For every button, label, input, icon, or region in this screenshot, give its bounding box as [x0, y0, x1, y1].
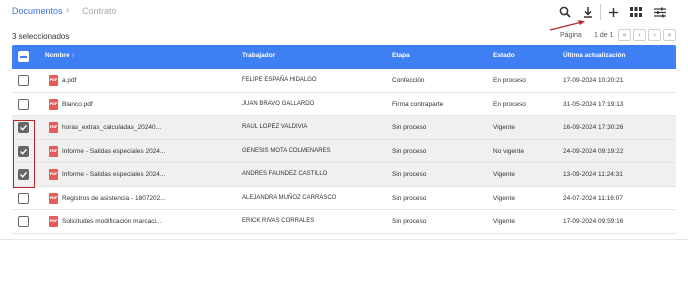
breadcrumb-current: Contrato [82, 6, 117, 16]
grid-view-button[interactable] [627, 3, 645, 21]
table-body: PDF a.pdf FELIPE ESPAÑA HIDALGO Confección E… [12, 69, 676, 234]
state: En proceso [493, 77, 526, 84]
state: En proceso [493, 100, 526, 108]
select-all-checkbox[interactable] [18, 51, 29, 62]
file-name[interactable]: Solicitudes modificación marcaci... [62, 218, 161, 225]
add-button[interactable] [604, 3, 622, 21]
state: Vigente [493, 124, 515, 131]
worker-name: GENESIS MOTA COLMENARES [242, 147, 331, 154]
pdf-file-icon: PDF [49, 122, 58, 133]
stage: Sin proceso [392, 147, 427, 155]
stage: Sin proceso [392, 124, 427, 131]
state: Vigente [493, 171, 515, 178]
table-header: Nombre ↑ Trabajador Etapa Estado Última … [12, 45, 676, 69]
breadcrumb-documentos[interactable]: Documentos [12, 6, 63, 16]
row-checkbox[interactable] [18, 98, 29, 110]
search-button[interactable] [556, 3, 574, 21]
table-row[interactable]: PDF Blanco.pdf JUAN BRAVO GALLARDO Firma co… [12, 93, 676, 116]
pdf-file-icon: PDF [49, 145, 58, 157]
updated-date: 13-09-2024 11:24:31 [563, 171, 623, 178]
worker-name: RAUL LOPEZ VALDIVIA [242, 124, 308, 130]
pdf-file-icon: PDF [49, 75, 58, 86]
worker-name: FELIPE ESPAÑA HIDALGO [242, 77, 317, 83]
selected-count: 3 seleccionados [12, 32, 70, 41]
selection-bar: 3 seleccionados Página 1 de 1 « ‹ › » [0, 28, 688, 44]
pdf-file-icon: PDF [49, 216, 58, 227]
table-row[interactable]: PDF Informe - Salidas especiales 2024... A… [12, 163, 676, 187]
next-page-button[interactable]: › [648, 29, 661, 41]
column-name[interactable]: Nombre ↑ [45, 52, 75, 59]
table-row[interactable]: PDF Informe - Salidas especiales 2024... G… [12, 139, 676, 163]
column-updated[interactable]: Última actualización [563, 52, 626, 59]
updated-date: 17-09-2024 10:20:21 [563, 77, 624, 84]
row-checkbox[interactable] [18, 75, 29, 86]
pdf-file-icon: PDF [49, 192, 58, 204]
filter-settings-icon [654, 7, 666, 17]
file-name[interactable]: Informe - Salidas especiales 2024... [62, 171, 165, 178]
last-page-button[interactable]: » [663, 29, 676, 41]
page-indicator: 1 de 1 [594, 32, 614, 39]
table-row[interactable]: PDF Registros de asistencia - 1807202... A… [12, 187, 676, 210]
file-name[interactable]: horas_extras_calculadas_20240... [62, 124, 161, 131]
updated-date: 24-09-2024 09:19:22 [563, 147, 624, 155]
table-row[interactable]: PDF horas_extras_calculadas_20240... RAUL … [12, 116, 676, 140]
plus-icon [608, 7, 618, 17]
download-button[interactable] [579, 3, 597, 21]
file-name[interactable]: Registros de asistencia - 1807202... [62, 195, 166, 202]
worker-name: JUAN BRAVO GALLARDO [242, 100, 315, 107]
filter-settings-button[interactable] [651, 3, 669, 21]
stage: Sin proceso [392, 194, 427, 202]
pdf-file-icon: PDF [49, 169, 58, 180]
documents-table: Nombre ↑ Trabajador Etapa Estado Última … [12, 45, 676, 234]
updated-date: 24-07-2024 11:16:07 [563, 194, 623, 202]
pdf-file-icon: PDF [49, 98, 58, 110]
updated-date: 17-09-2024 09:59:16 [563, 218, 624, 225]
state: No vigente [493, 147, 525, 155]
state: Vigente [493, 218, 515, 225]
divider [0, 239, 688, 240]
table-row[interactable]: PDF a.pdf FELIPE ESPAÑA HIDALGO Confección E… [12, 69, 676, 93]
column-stage[interactable]: Etapa [392, 52, 410, 59]
stage: Confección [392, 77, 425, 84]
grid-view-icon [630, 7, 642, 17]
page-label: Página [560, 32, 582, 39]
file-name[interactable]: Blanco.pdf [62, 101, 93, 108]
toolbar-divider [600, 4, 601, 20]
breadcrumb-separator: › [66, 5, 70, 16]
worker-name: ANDRES FAUNDEZ CASTILLO [242, 171, 328, 177]
stage: Sin proceso [392, 218, 427, 225]
row-checkbox[interactable] [18, 216, 29, 227]
updated-date: 31-05-2024 17:19:13 [563, 100, 624, 108]
table-row[interactable]: PDF Solicitudes modificación marcaci... ER… [12, 210, 676, 234]
row-checkbox[interactable] [18, 192, 29, 204]
file-name[interactable]: a.pdf [62, 77, 76, 84]
stage: Sin proceso [392, 171, 427, 178]
state: Vigente [493, 194, 515, 202]
column-worker[interactable]: Trabajador [242, 52, 275, 59]
stage: Firma contraparte [392, 100, 444, 108]
top-bar: Documentos › Contrato [0, 0, 688, 26]
file-name[interactable]: Informe - Salidas especiales 2024... [62, 148, 165, 155]
updated-date: 16-09-2024 17:30:26 [563, 124, 624, 131]
worker-name: ERICK RIVAS CORRALES [242, 218, 315, 224]
prev-page-button[interactable]: ‹ [633, 29, 646, 41]
download-icon [584, 7, 592, 18]
first-page-button[interactable]: « [618, 29, 631, 41]
selection-highlight-box [13, 120, 35, 188]
column-state[interactable]: Estado [493, 52, 515, 59]
worker-name: ALEJANDRA MUÑOZ CARRASCO [242, 194, 337, 201]
search-icon [559, 6, 571, 18]
